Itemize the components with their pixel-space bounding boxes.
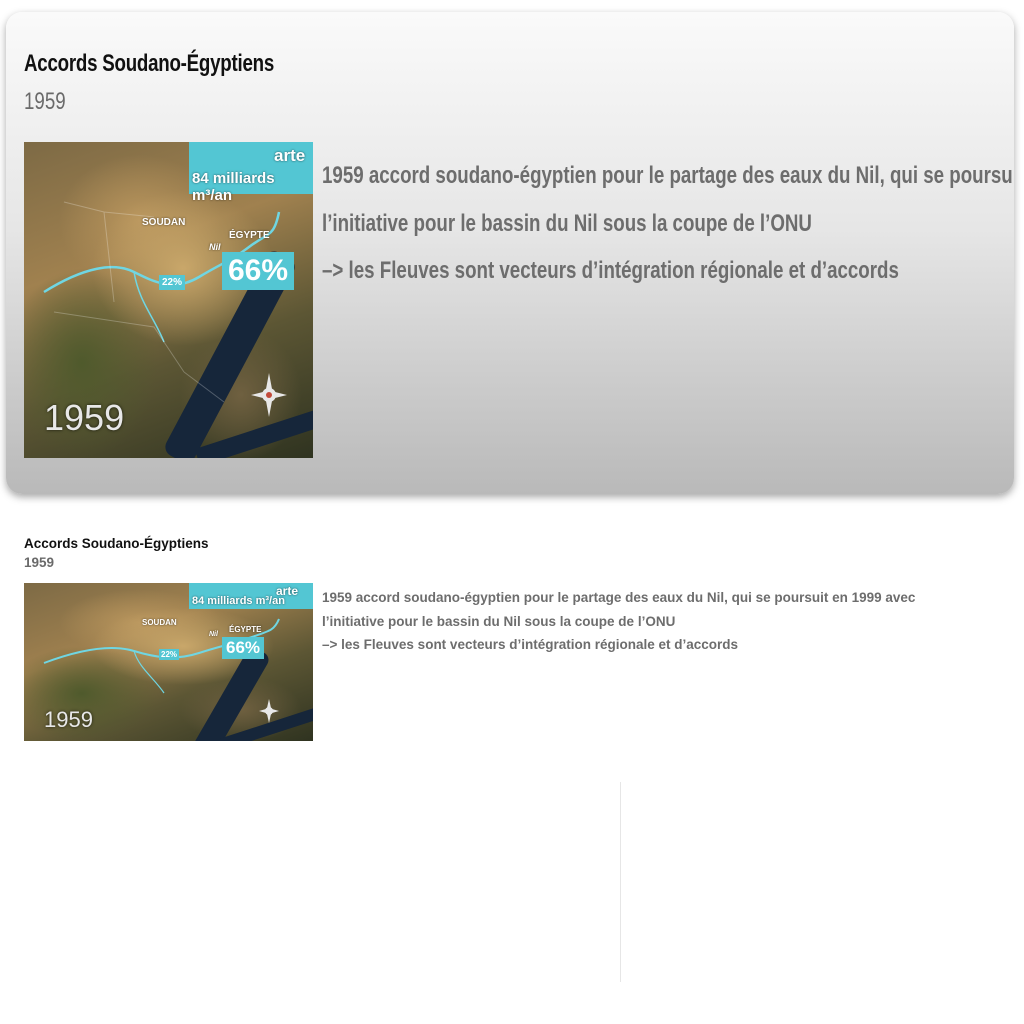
map-thumbnail[interactable]: arte 84 milliards m³/an SOUDAN ÉGYPTE Ni… [24,583,313,741]
nile-basin-map: arte 84 milliards m³/an SOUDAN ÉGYPTE Ni… [24,142,313,458]
card-year: 1959 [24,88,66,115]
card-year: 1959 [24,555,55,570]
description-line: l’initiative pour le bassin du Nil sous … [322,613,676,629]
compass-rose-icon [259,699,279,723]
nile-basin-map: arte 84 milliards m³/an SOUDAN ÉGYPTE Ni… [24,583,313,741]
column-divider [620,782,621,982]
card-description: 1959 accord soudano-égyptien pour le par… [322,586,1002,657]
description-line: –> les Fleuves sont vecteurs d’intégrati… [322,637,739,652]
description-line: 1959 accord soudano-égyptien pour le par… [322,590,916,605]
map-thumbnail[interactable]: arte 84 milliards m³/an SOUDAN ÉGYPTE Ni… [24,142,313,458]
card-title: Accords Soudano-Égyptiens [24,536,209,551]
card-description: 1959 accord soudano-égyptien pour le par… [322,152,1014,295]
expanded-card[interactable]: Accords Soudano-Égyptiens 1959 arte 84 m… [6,12,1014,494]
card-title: Accords Soudano-Égyptiens [24,50,275,77]
description-line: –> les Fleuves sont vecteurs d’intégrati… [322,257,899,284]
compass-rose-icon [251,373,287,417]
compact-card[interactable]: Accords Soudano-Égyptiens 1959 arte 84 m… [0,520,1024,760]
description-line: l’initiative pour le bassin du Nil sous … [322,209,812,237]
description-line: 1959 accord soudano-égyptien pour le par… [322,162,1014,189]
